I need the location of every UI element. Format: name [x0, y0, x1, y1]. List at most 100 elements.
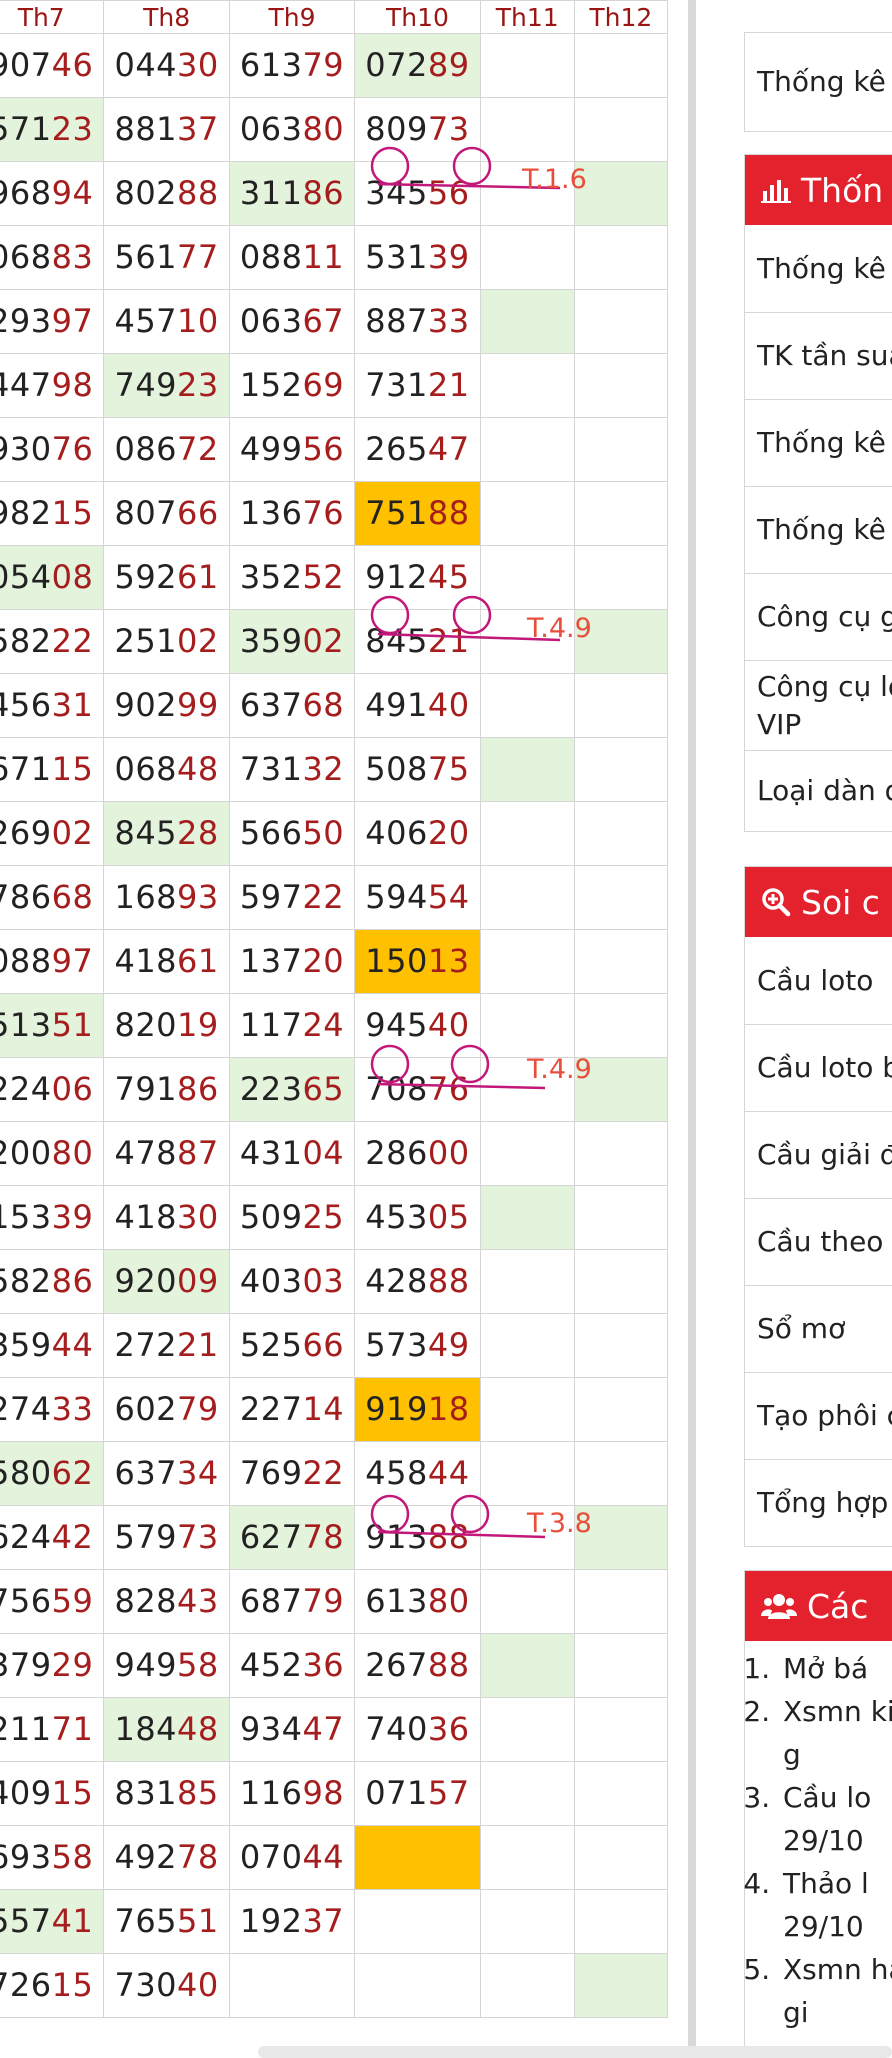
result-cell	[573, 417, 669, 482]
result-cell: 82843	[103, 1569, 230, 1634]
result-cell: 43104	[228, 1121, 356, 1186]
article-link[interactable]: Xsmn kiên g	[779, 1690, 892, 1776]
result-cell: 56177	[103, 225, 230, 290]
result-number: 57349	[365, 1326, 470, 1364]
zoom-plus-icon	[761, 887, 791, 917]
result-number: 22365	[239, 1070, 345, 1108]
sidebar-link[interactable]: Sổ mơ	[745, 1286, 892, 1373]
result-number: 61379	[239, 46, 345, 84]
result-cell: 19237	[228, 1889, 356, 1954]
result-number: 26902	[0, 814, 94, 852]
result-number: 21171	[0, 1710, 94, 1748]
result-number: 07289	[365, 46, 470, 84]
result-cell	[479, 33, 575, 98]
result-cell: 93076	[0, 417, 105, 482]
sidebar-link[interactable]: Công cụ g	[745, 574, 892, 661]
table-row: 05408 59261 35252 91245	[0, 545, 669, 610]
result-cell: 79186	[103, 1057, 230, 1122]
result-cell: 45631	[0, 673, 105, 738]
result-cell	[573, 1313, 669, 1378]
result-number: 80973	[365, 110, 470, 148]
table-row: 29397 45710 06367 88733	[0, 289, 669, 354]
result-number: 51351	[0, 1006, 94, 1044]
result-number: 40620	[365, 814, 470, 852]
result-cell: 73132	[228, 737, 356, 802]
result-cell	[479, 673, 575, 738]
sidebar-link[interactable]: Tạo phôi c	[745, 1373, 892, 1460]
sidebar-link[interactable]: Thống kê n	[745, 225, 892, 313]
result-cell	[479, 1889, 575, 1954]
result-cell: 22714	[228, 1377, 356, 1442]
result-number: 16893	[114, 878, 219, 916]
sidebar-link[interactable]: Cầu theo t	[745, 1199, 892, 1286]
article-link[interactable]: Xsmn hậu gi	[779, 1948, 892, 2034]
result-number: 41830	[114, 1198, 219, 1236]
result-number: 94540	[365, 1006, 470, 1044]
result-cell: 34556	[354, 161, 481, 226]
sidebar-link[interactable]: Thống kê t	[745, 487, 892, 574]
result-number: 70876	[365, 1070, 470, 1108]
result-cell	[573, 1889, 669, 1954]
sidebar-box-title: Các	[807, 1586, 869, 1626]
result-number: 92009	[114, 1262, 219, 1300]
users-icon	[761, 1592, 797, 1620]
result-cell: 07289	[354, 33, 481, 98]
result-number: 43104	[239, 1134, 345, 1172]
result-cell	[479, 1825, 575, 1890]
table-header-row: Th7 Th8 Th9 Th10 Th11 Th12	[0, 0, 669, 34]
column-header: Th11	[479, 0, 575, 34]
result-cell: 63734	[103, 1441, 230, 1506]
sidebar-link[interactable]: Thống kê t	[745, 400, 892, 487]
sidebar-link[interactable]: Thống kê g	[745, 33, 892, 131]
result-cell: 15339	[0, 1185, 105, 1250]
result-number: 96894	[0, 174, 94, 212]
result-cell	[573, 1185, 669, 1250]
result-number: 08672	[114, 430, 219, 468]
result-number: 73040	[114, 1966, 219, 2004]
result-number: 98215	[0, 494, 94, 532]
sidebar-link[interactable]: Công cụ lọ VIP	[745, 661, 892, 751]
result-number: 59261	[114, 558, 219, 596]
result-number: 15339	[0, 1198, 94, 1236]
result-cell: 91388	[354, 1505, 481, 1570]
result-number: 58286	[0, 1262, 94, 1300]
result-number: 57123	[0, 110, 94, 148]
result-cell	[479, 865, 575, 930]
result-cell: 29397	[0, 289, 105, 354]
sidebar-link[interactable]: Loại dàn đ	[745, 751, 892, 831]
result-cell: 44798	[0, 353, 105, 418]
annotation-label: T.4.9	[527, 613, 592, 644]
column-header: Th7	[0, 0, 105, 34]
article-link[interactable]: Mở bá	[779, 1647, 892, 1690]
sidebar-link[interactable]: Cầu loto	[745, 937, 892, 1025]
result-cell	[479, 225, 575, 290]
article-link[interactable]: Cầu lo 29/10	[779, 1776, 892, 1862]
result-cell: 35252	[228, 545, 356, 610]
result-cell: 11698	[228, 1761, 356, 1826]
sidebar-link[interactable]: Cầu giải đ	[745, 1112, 892, 1199]
result-cell: 94540	[354, 993, 481, 1058]
sidebar-link[interactable]: TK tần suấ	[745, 313, 892, 400]
right-sidebar: Thống kê g Thốn Thống kê n TK tần suấ Th…	[744, 0, 892, 2058]
result-cell: 35944	[0, 1313, 105, 1378]
result-number: 26547	[365, 430, 470, 468]
column-header: Th8	[103, 0, 230, 34]
bar-chart-icon	[761, 177, 791, 203]
sidebar-link[interactable]: Cầu loto b	[745, 1025, 892, 1112]
article-link[interactable]: Thảo l 29/10	[779, 1862, 892, 1948]
result-cell: 05408	[0, 545, 105, 610]
result-cell	[479, 1697, 575, 1762]
result-cell	[573, 1953, 669, 2018]
result-number: 07157	[365, 1774, 470, 1812]
result-number: 45305	[365, 1198, 470, 1236]
result-number: 49956	[239, 430, 345, 468]
result-number: 91388	[365, 1518, 470, 1556]
result-number: 55741	[0, 1902, 94, 1940]
sidebar-link[interactable]: Tổng hợp	[745, 1460, 892, 1546]
result-cell: 88733	[354, 289, 481, 354]
result-cell	[573, 33, 669, 98]
result-number: 45844	[365, 1454, 470, 1492]
result-cell: 55741	[0, 1889, 105, 1954]
horizontal-scrollbar[interactable]	[258, 2046, 892, 2058]
result-cell: 20080	[0, 1121, 105, 1186]
